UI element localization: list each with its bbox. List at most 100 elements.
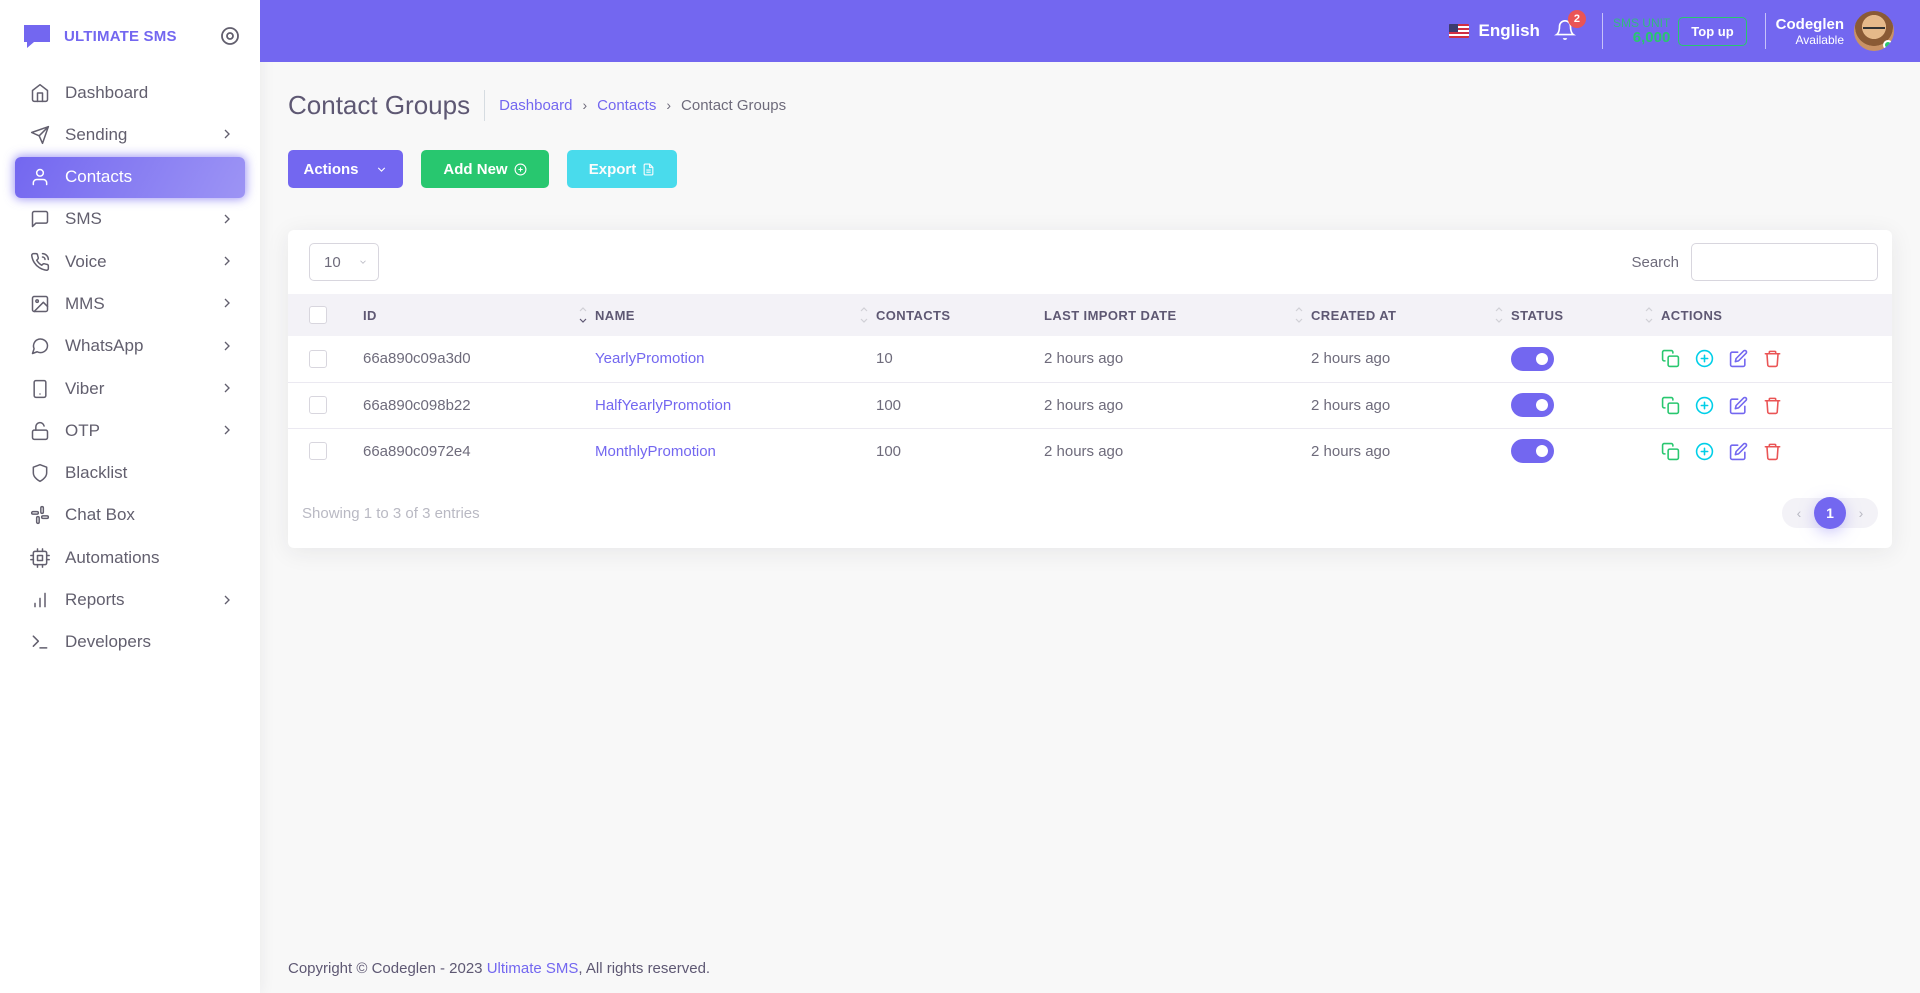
- sidebar-item-label: Contacts: [65, 167, 133, 187]
- sidebar-item-sending[interactable]: Sending: [15, 114, 245, 155]
- group-name-link[interactable]: HalfYearlyPromotion: [595, 397, 731, 414]
- export-button[interactable]: Export: [567, 150, 677, 188]
- trash-icon[interactable]: [1763, 396, 1782, 415]
- plus-circle-icon[interactable]: [1695, 396, 1714, 415]
- sidebar: ULTIMATE SMS Dashboard Sending Contacts …: [0, 0, 260, 993]
- row-checkbox[interactable]: [309, 349, 327, 368]
- sidebar-item-label: OTP: [65, 420, 100, 440]
- chat-bubble-icon: [22, 23, 52, 49]
- language-dropdown[interactable]: English: [1448, 21, 1540, 41]
- row-created-at: 2 hours ago: [1311, 427, 1511, 474]
- avatar[interactable]: [1854, 11, 1894, 51]
- row-checkbox[interactable]: [309, 442, 327, 461]
- page-length-value: 10: [324, 253, 341, 271]
- column-header-created-at[interactable]: CREATED AT: [1311, 294, 1511, 336]
- page-button-current[interactable]: 1: [1814, 497, 1846, 529]
- user-status: Available: [1795, 32, 1844, 47]
- chevron-right-icon: ›: [666, 97, 672, 113]
- table-row: 66a890c0972e4 MonthlyPromotion 100 2 hou…: [288, 427, 1892, 474]
- chevron-right-icon: [219, 422, 235, 438]
- message-circle-icon: [29, 335, 51, 357]
- sidebar-item-dashboard[interactable]: Dashboard: [15, 72, 245, 113]
- sidebar-item-blacklist[interactable]: Blacklist: [15, 453, 245, 494]
- breadcrumb: Dashboard › Contacts › Contact Groups: [499, 97, 786, 114]
- row-id: 66a890c098b22: [363, 381, 595, 428]
- sidebar-item-mms[interactable]: MMS: [15, 283, 245, 324]
- status-toggle[interactable]: [1511, 393, 1554, 417]
- chevron-right-icon: [219, 253, 235, 269]
- add-new-button[interactable]: Add New: [421, 150, 549, 188]
- phone-call-icon: [29, 251, 51, 273]
- sidebar-item-whatsapp[interactable]: WhatsApp: [15, 326, 245, 367]
- us-flag-icon: [1448, 24, 1469, 38]
- sidebar-item-otp[interactable]: OTP: [15, 410, 245, 451]
- prev-page-button[interactable]: ‹: [1784, 498, 1814, 528]
- footer-brand-link[interactable]: Ultimate SMS: [487, 960, 579, 977]
- sidebar-item-reports[interactable]: Reports: [15, 580, 245, 621]
- column-header-last-import-date[interactable]: LAST IMPORT DATE: [1044, 294, 1311, 336]
- sidebar-item-label: MMS: [65, 293, 105, 313]
- sidebar-item-contacts[interactable]: Contacts: [15, 156, 245, 198]
- column-header-status[interactable]: STATUS: [1511, 294, 1661, 336]
- sidebar-item-viber[interactable]: Viber: [15, 368, 245, 409]
- trash-icon[interactable]: [1763, 349, 1782, 368]
- header-divider: [1601, 13, 1603, 49]
- entries-info: Showing 1 to 3 of 3 entries: [302, 504, 480, 522]
- brand-name: ULTIMATE SMS: [64, 27, 177, 45]
- top-up-button[interactable]: Top up: [1678, 16, 1747, 46]
- trash-icon[interactable]: [1763, 442, 1782, 461]
- user-menu[interactable]: Codeglen Available: [1776, 16, 1844, 47]
- notifications-button[interactable]: 2: [1553, 10, 1586, 43]
- row-contacts: 10: [876, 350, 893, 368]
- status-toggle[interactable]: [1511, 346, 1554, 371]
- sidebar-item-sms[interactable]: SMS: [15, 199, 245, 240]
- page-length-select[interactable]: 10: [309, 243, 379, 281]
- chevron-right-icon: [219, 592, 235, 608]
- edit-icon[interactable]: [1729, 396, 1748, 415]
- copy-icon[interactable]: [1661, 396, 1680, 415]
- breadcrumb-contacts[interactable]: Contacts: [597, 97, 656, 114]
- group-name-link[interactable]: YearlyPromotion: [595, 350, 705, 367]
- next-page-button[interactable]: ›: [1846, 498, 1876, 528]
- edit-icon[interactable]: [1729, 349, 1748, 368]
- row-name-cell: YearlyPromotion: [595, 336, 876, 382]
- edit-icon[interactable]: [1729, 442, 1748, 461]
- row-select-cell: [288, 427, 363, 474]
- search-input[interactable]: [1691, 243, 1878, 281]
- contact-groups-card: 10 Search ID NAME CONTACTS LAST IMPORT D…: [288, 230, 1892, 548]
- home-icon: [29, 82, 51, 104]
- plus-circle-icon[interactable]: [1695, 349, 1714, 368]
- table-header-row: ID NAME CONTACTS LAST IMPORT DATE CREATE…: [288, 294, 1892, 336]
- plus-circle-icon[interactable]: [1695, 442, 1714, 461]
- actions-dropdown-button[interactable]: Actions: [288, 150, 403, 188]
- row-created-at: 2 hours ago: [1311, 381, 1511, 428]
- sidebar-item-developers[interactable]: Developers: [15, 622, 245, 663]
- brand[interactable]: ULTIMATE SMS: [0, 0, 260, 72]
- row-checkbox[interactable]: [309, 396, 327, 415]
- select-all-checkbox[interactable]: [309, 306, 327, 324]
- copy-icon[interactable]: [1661, 349, 1680, 368]
- sidebar-item-chat-box[interactable]: Chat Box: [15, 495, 245, 536]
- image-icon: [29, 293, 51, 315]
- breadcrumb-dashboard[interactable]: Dashboard: [499, 97, 572, 114]
- status-toggle[interactable]: [1511, 439, 1554, 464]
- search-wrap: Search: [1631, 243, 1878, 281]
- rights-text: , All rights reserved.: [578, 960, 711, 977]
- copy-icon[interactable]: [1661, 442, 1680, 461]
- sidebar-toggle-icon[interactable]: [220, 26, 240, 46]
- group-name-link[interactable]: MonthlyPromotion: [595, 443, 716, 460]
- column-header-id[interactable]: ID: [363, 294, 595, 336]
- sidebar-item-automations[interactable]: Automations: [15, 537, 245, 578]
- sidebar-item-label: Viber: [65, 378, 105, 398]
- sort-icon: [860, 306, 868, 324]
- column-header-name[interactable]: NAME: [595, 294, 876, 336]
- file-text-icon: [642, 163, 655, 176]
- chevron-right-icon: [219, 338, 235, 354]
- add-new-label: Add New: [443, 160, 508, 178]
- row-id: 66a890c09a3d0: [363, 350, 471, 368]
- sidebar-item-label: Developers: [65, 632, 151, 652]
- main-content: Contact Groups Dashboard › Contacts › Co…: [288, 62, 1892, 548]
- message-square-icon: [29, 208, 51, 230]
- row-name-cell: HalfYearlyPromotion: [595, 381, 876, 428]
- sidebar-item-voice[interactable]: Voice: [15, 241, 245, 282]
